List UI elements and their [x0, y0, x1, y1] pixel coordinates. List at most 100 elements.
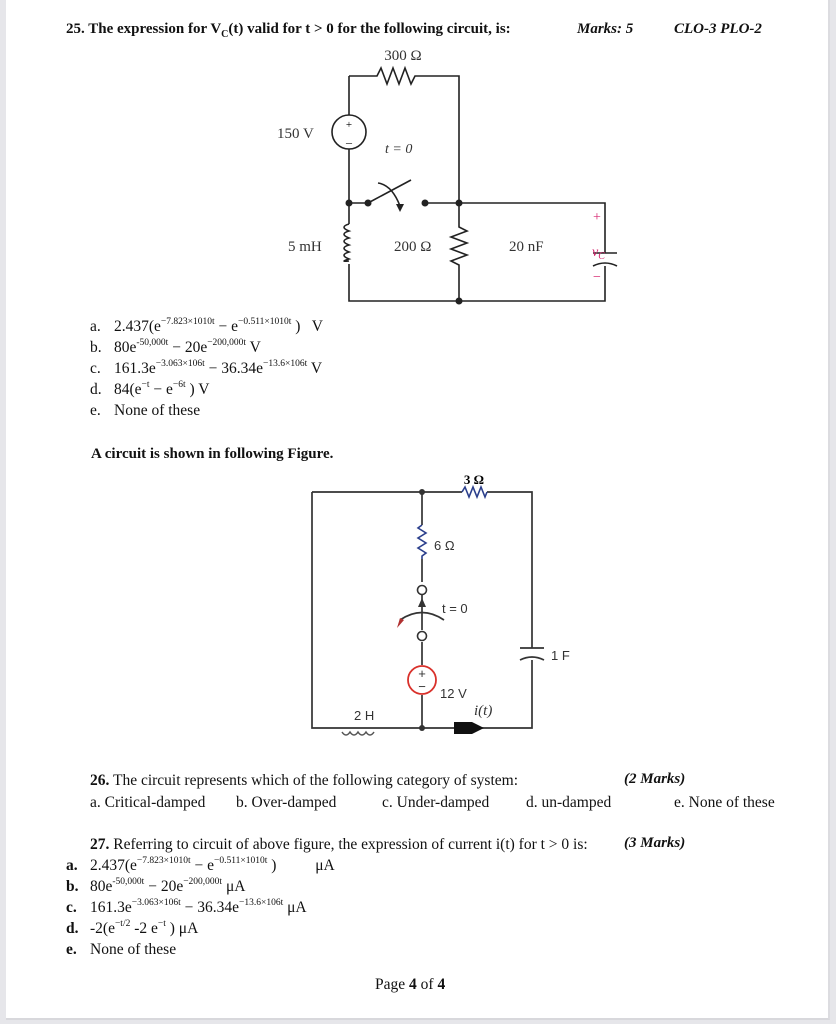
switch-terminal	[416, 630, 428, 642]
resistor-3-ohm	[461, 484, 488, 500]
option-expr: 80e	[90, 878, 113, 895]
node	[455, 297, 463, 305]
option-unit: V	[246, 339, 261, 356]
label-3-ohm: 3 Ω	[464, 472, 484, 487]
vc-label: vC	[592, 245, 605, 262]
option-expr: − 36.34e	[204, 360, 263, 377]
q25-marks: Marks: 5	[577, 21, 634, 37]
label-1f: 1 F	[551, 648, 570, 663]
option-expr: − e	[214, 318, 239, 335]
inductor-2h	[341, 730, 375, 736]
page-total: 4	[437, 976, 446, 993]
label-6-ohm: 6 Ω	[434, 538, 455, 553]
q25-options: a. 2.437(e−7.823×1010t − e−0.511×1010t ) …	[90, 316, 323, 421]
source-plus-icon: +	[346, 119, 352, 131]
document-page: 25. The expression for VC(t) valid for t…	[6, 0, 830, 1020]
option-a: a. 2.437(e−7.823×1010t − e−0.511×1010t ) …	[90, 316, 323, 337]
q26-option-e: e. None of these	[674, 794, 775, 811]
option-expr: − 36.34e	[180, 899, 239, 916]
option-d: d. -2(e−t/2 -2 e−t ) μA	[66, 918, 335, 939]
option-label: a.	[90, 318, 101, 335]
option-unit: μA	[283, 899, 307, 916]
q26-option-c: c. Under-damped	[382, 794, 490, 811]
label-current: i(t)	[474, 703, 492, 719]
label-20nf: 20 nF	[509, 239, 544, 255]
current-arrow-icon	[454, 722, 484, 734]
exponent: −t	[141, 380, 150, 390]
switch-rotate-icon	[397, 618, 404, 628]
exponent: −7.823×1010t	[136, 856, 191, 866]
node	[364, 199, 372, 207]
option-unit: V	[307, 360, 323, 377]
page-number: Page 4 of 4	[375, 976, 445, 994]
option-expr: 161.3e	[114, 360, 156, 377]
label-300-ohm: 300 Ω	[384, 48, 421, 64]
option-expr: − 20e	[144, 878, 184, 895]
source-minus-icon: −	[418, 679, 426, 694]
option-expr: 84(e	[114, 381, 142, 398]
label-150v: 150 V	[277, 126, 314, 142]
q25-number: 25.	[66, 21, 85, 37]
option-d: d. 84(e−t − e−6t ) V	[90, 379, 323, 400]
q26-marks: (2 Marks)	[624, 771, 686, 787]
option-expr: 2.437(e	[114, 318, 161, 335]
option-label: d.	[90, 381, 102, 398]
option-expr: − e	[149, 381, 173, 398]
exponent: -50,000t	[112, 877, 145, 887]
exponent: −6t	[172, 380, 186, 390]
option-label: e.	[90, 402, 101, 419]
q26-text: The circuit represents which of the foll…	[112, 772, 519, 789]
node	[419, 725, 425, 731]
option-e: e. None of these	[90, 400, 323, 421]
q27-number: 27.	[90, 836, 110, 853]
exponent: -50,000t	[136, 338, 169, 348]
option-unit: ) V	[185, 381, 210, 398]
option-expr: -2 e	[130, 920, 158, 937]
node	[345, 199, 353, 207]
q26-option-a: a. Critical-damped	[90, 794, 206, 811]
option-c: c. 161.3e−3.063×106t − 36.34e−13.6×106t μ…	[66, 897, 335, 918]
label-12v: 12 V	[440, 686, 467, 701]
q26-option-d: d. un-damped	[526, 794, 612, 811]
q27-marks: (3 Marks)	[624, 835, 686, 851]
exponent: −200,000t	[207, 338, 247, 348]
option-a: a. 2.437(e−7.823×1010t − e−0.511×1010t ) …	[66, 855, 335, 876]
resistor-6-ohm	[416, 524, 428, 559]
q26-option-b: b. Over-damped	[236, 794, 337, 811]
option-label: b.	[66, 878, 79, 895]
exponent: −3.063×106t	[155, 359, 205, 369]
page-prefix: Page	[375, 976, 410, 993]
exponent: −0.511×1010t	[214, 856, 268, 866]
option-c: c. 161.3e−3.063×106t − 36.34e−13.6×106t V	[90, 358, 323, 379]
page-of: of	[416, 976, 438, 993]
switch-arrow-icon	[418, 598, 426, 607]
option-b: b. 80e-50,000t − 20e−200,000t μA	[66, 876, 335, 897]
switch-terminal	[416, 584, 428, 596]
source-minus-icon: –	[345, 135, 353, 149]
switch-arrow-icon	[396, 204, 404, 212]
option-expr: − e	[190, 857, 215, 874]
label-switch-t0: t = 0	[442, 601, 468, 616]
option-unit: ) μA	[165, 920, 199, 937]
option-label: d.	[66, 920, 79, 937]
option-label: a.	[66, 857, 78, 874]
q26-number: 26.	[90, 772, 110, 789]
exponent: −t	[157, 919, 166, 929]
circuit-diagram-1: + – 300 Ω 150 V t = 0 5 mH 200 Ω 20 nF +…	[277, 48, 618, 305]
exponent: −7.823×1010t	[160, 317, 215, 327]
node	[419, 489, 425, 495]
exponent: −0.511×1010t	[238, 317, 292, 327]
q26-question: 26. The circuit represents which of the …	[90, 770, 518, 791]
label-200-ohm: 200 Ω	[394, 239, 431, 255]
q27-options: a. 2.437(e−7.823×1010t − e−0.511×1010t ) …	[66, 855, 335, 960]
q25-title: 25. The expression for VC(t) valid for t…	[66, 21, 511, 40]
option-label: c.	[90, 360, 101, 377]
node	[455, 199, 463, 207]
page-current: 4	[409, 976, 417, 993]
switch-blade	[367, 179, 412, 204]
label-5mh: 5 mH	[288, 239, 322, 255]
option-label: b.	[90, 339, 102, 356]
option-e: e. None of these	[66, 939, 335, 960]
option-expr: 2.437(e	[90, 857, 137, 874]
option-unit: ) μA	[267, 857, 335, 874]
